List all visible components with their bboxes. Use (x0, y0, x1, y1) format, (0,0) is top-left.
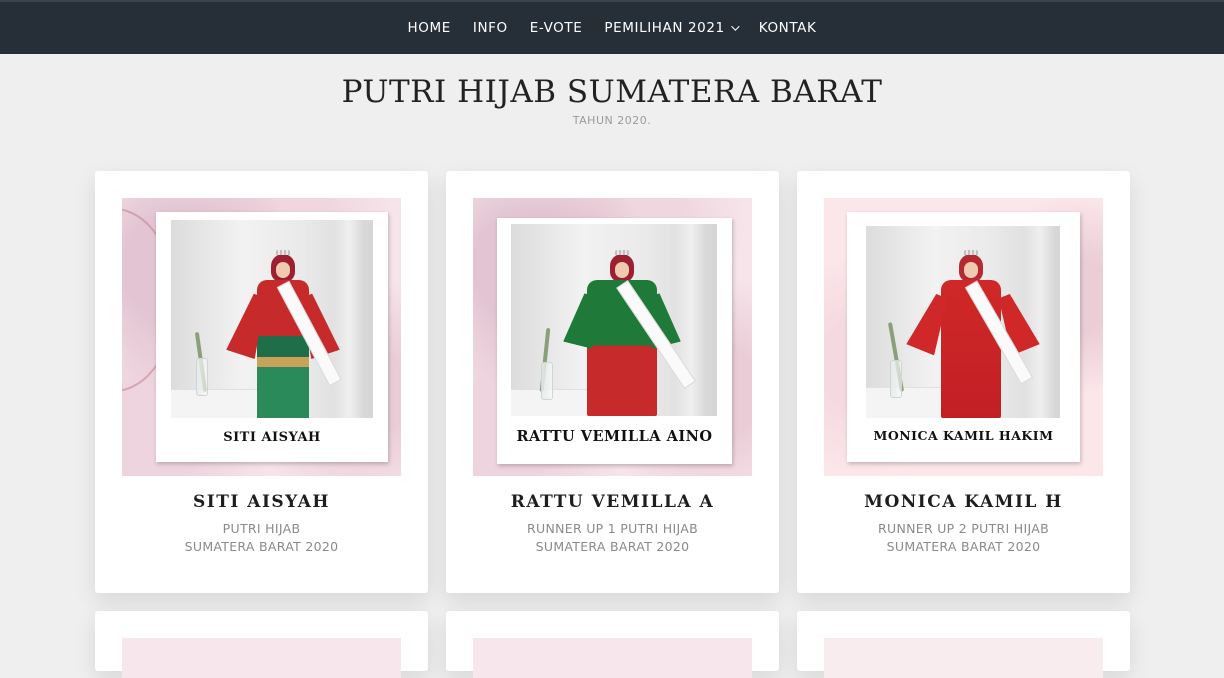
nav-label-home: HOME (407, 20, 451, 36)
polaroid-frame: SITI AISYAH (156, 212, 388, 462)
contestant-photo-5[interactable] (473, 638, 752, 678)
top-navbar: HOME INFO E-VOTE PEMILIHAN 2021 KONTAK (0, 0, 1224, 54)
contestant-name[interactable]: RATTU VEMILLA A (446, 492, 779, 512)
polaroid-caption: SITI AISYAH (223, 430, 321, 445)
polaroid-frame: RATTU VEMILLA AINO (497, 218, 732, 464)
contestant-photo-2[interactable]: RATTU VEMILLA AINO (473, 198, 752, 476)
title-line-2: SUMATERA BARAT 2020 (886, 539, 1041, 554)
contestant-card-3[interactable]: MONICA KAMIL HAKIM MONICA KAMIL H RUNNER… (797, 171, 1130, 593)
polaroid-caption: MONICA KAMIL HAKIM (873, 428, 1054, 443)
nav-item-info[interactable]: INFO (462, 20, 519, 36)
title-line-1: RUNNER UP 2 PUTRI HIJAB (878, 521, 1049, 536)
nav-label-kontak: KONTAK (758, 20, 817, 36)
contestant-card-1[interactable]: SITI AISYAH SITI AISYAH PUTRI HIJAB SUMA… (95, 171, 428, 593)
nav-label-pemilihan-2021: PEMILIHAN 2021 (604, 20, 725, 36)
contestant-card-5[interactable] (446, 611, 779, 678)
page-subtitle: TAHUN 2020. (572, 114, 652, 127)
nav-item-e-vote[interactable]: E-VOTE (519, 20, 594, 36)
contestant-title: RUNNER UP 2 PUTRI HIJAB SUMATERA BARAT 2… (817, 520, 1110, 556)
title-line-1: PUTRI HIJAB (222, 521, 301, 536)
portrait-image (171, 220, 373, 418)
contestant-card-4[interactable] (95, 611, 428, 678)
contestant-name[interactable]: MONICA KAMIL H (797, 492, 1130, 512)
contestant-name[interactable]: SITI AISYAH (95, 492, 428, 512)
polaroid-caption: RATTU VEMILLA AINO (516, 428, 713, 445)
title-line-2: SUMATERA BARAT 2020 (184, 539, 339, 554)
chevron-down-icon (730, 22, 740, 31)
nav-item-home[interactable]: HOME (397, 20, 462, 36)
contestant-card-6[interactable] (797, 611, 1130, 678)
portrait-image (511, 224, 717, 416)
contestant-photo-6[interactable] (824, 638, 1103, 678)
contestant-photo-1[interactable]: SITI AISYAH (122, 198, 401, 476)
title-line-1: RUNNER UP 1 PUTRI HIJAB (527, 521, 698, 536)
contestant-photo-4[interactable] (122, 638, 401, 678)
nav-label-e-vote: E-VOTE (529, 20, 583, 36)
nav-item-kontak[interactable]: KONTAK (748, 20, 828, 36)
portrait-image (866, 226, 1060, 418)
nav-menu: HOME INFO E-VOTE PEMILIHAN 2021 KONTAK (0, 2, 1224, 54)
nav-label-info: INFO (472, 20, 508, 36)
title-line-2: SUMATERA BARAT 2020 (535, 539, 690, 554)
contestant-title: PUTRI HIJAB SUMATERA BARAT 2020 (115, 520, 408, 556)
contestant-photo-3[interactable]: MONICA KAMIL HAKIM (824, 198, 1103, 476)
contestant-card-2[interactable]: RATTU VEMILLA AINO RATTU VEMILLA A RUNNE… (446, 171, 779, 593)
page-title: PUTRI HIJAB SUMATERA BARAT (341, 74, 883, 110)
polaroid-frame: MONICA KAMIL HAKIM (847, 212, 1080, 462)
nav-item-pemilihan-2021[interactable]: PEMILIHAN 2021 (593, 20, 747, 36)
contestant-title: RUNNER UP 1 PUTRI HIJAB SUMATERA BARAT 2… (466, 520, 759, 556)
